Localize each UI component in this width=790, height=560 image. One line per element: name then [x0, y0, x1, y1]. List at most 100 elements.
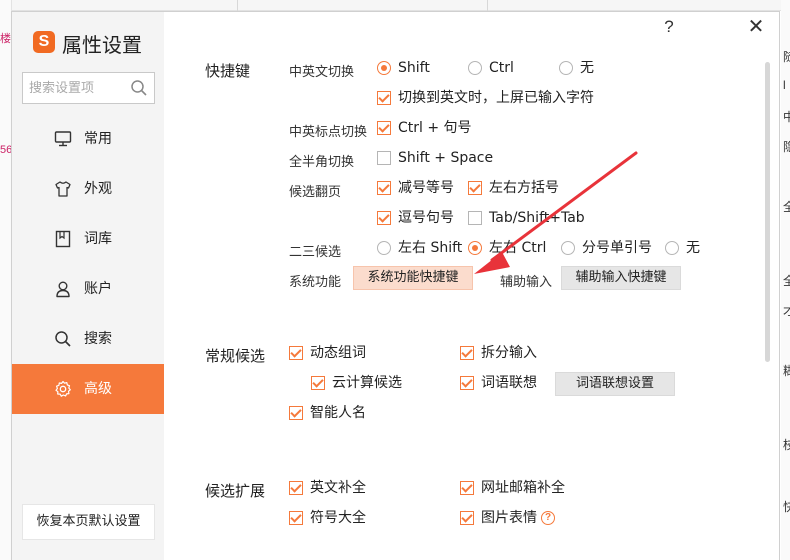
checkbox-indicator [377, 121, 391, 135]
checkbox-indicator [377, 211, 391, 225]
settings-dialog: S 属性设置 常用 外观 词库 [11, 11, 780, 560]
section-title-candidates: 常规候选 [205, 347, 266, 365]
monitor-icon [54, 130, 72, 148]
row-label: 系统功能 [289, 275, 342, 290]
assist-hotkeys-button[interactable]: 辅助输入快捷键 [561, 266, 681, 290]
background-text: 楼 [0, 33, 11, 45]
sidebar-item-label: 外观 [84, 181, 112, 197]
sidebar-item-label: 高级 [84, 381, 112, 397]
system-hotkeys-button[interactable]: 系统功能快捷键 [353, 266, 473, 290]
user-icon [54, 280, 72, 298]
radio-indicator [665, 241, 679, 255]
help-circle-icon[interactable]: ? [541, 511, 555, 525]
scrollbar[interactable] [764, 57, 772, 560]
search-icon [54, 330, 72, 348]
book-icon [54, 230, 72, 248]
scrollbar-thumb[interactable] [765, 62, 770, 362]
option-label: Tab/Shift+Tab [489, 210, 585, 226]
search-input[interactable] [23, 73, 128, 103]
section-title-extensions: 候选扩展 [205, 482, 266, 500]
background-text: 才 [783, 304, 790, 318]
option-label: 拆分输入 [481, 345, 537, 361]
radio-indicator [468, 241, 482, 255]
section-title-hotkeys: 快捷键 [205, 62, 251, 80]
row-label: 辅助输入 [500, 275, 553, 290]
row-label: 中英文切换 [289, 65, 355, 80]
option-label: 云计算候选 [332, 375, 402, 391]
background-text: 糊 [783, 364, 790, 378]
sidebar-item-dictionary[interactable]: 词库 [12, 214, 164, 264]
option-label: 切换到英文时，上屏已输入字符 [398, 90, 594, 106]
checkbox-indicator [289, 346, 303, 360]
sidebar-item-label: 搜索 [84, 331, 112, 347]
radio-indicator [559, 61, 573, 75]
background-text: 中 [783, 110, 790, 124]
checkbox-indicator [377, 181, 391, 195]
option-label: 无 [580, 60, 594, 76]
sidebar-item-advanced[interactable]: 高级 [12, 364, 164, 414]
background-text: 快 [783, 500, 790, 514]
sidebar-item-appearance[interactable]: 外观 [12, 164, 164, 214]
background-text: 全 [783, 274, 790, 288]
background-text: l [783, 78, 786, 92]
option-label: 词语联想 [481, 375, 537, 391]
checkbox-indicator [468, 181, 482, 195]
option-label: 英文补全 [310, 480, 366, 496]
checkbox-indicator [460, 481, 474, 495]
checkbox-indicator [289, 481, 303, 495]
app-title: 属性设置 [62, 33, 142, 57]
background-text: 枝 [783, 438, 790, 452]
option-label: 图片表情 [481, 510, 537, 526]
background-window-right: 随 l 中 隐 全 全 才 糊 枝 快 [781, 0, 790, 560]
option-label: Shift [398, 60, 430, 76]
option-label: 逗号句号 [398, 210, 454, 226]
checkbox-indicator [311, 376, 325, 390]
radio-indicator [377, 61, 391, 75]
radio-indicator [468, 61, 482, 75]
restore-defaults-button[interactable]: 恢复本页默认设置 [22, 504, 155, 540]
sidebar-item-account[interactable]: 账户 [12, 264, 164, 314]
option-label: Ctrl + 句号 [398, 120, 472, 136]
option-label: 左右 Ctrl [489, 240, 547, 256]
background-window-top [12, 0, 781, 11]
sidebar-item-label: 账户 [84, 281, 112, 297]
option-label: 左右 Shift [398, 240, 463, 256]
option-label: Shift + Space [398, 150, 494, 166]
checkbox-indicator [468, 211, 482, 225]
checkbox-indicator [377, 151, 391, 165]
sidebar-item-search[interactable]: 搜索 [12, 314, 164, 364]
search-icon[interactable] [130, 79, 148, 97]
tshirt-icon [54, 180, 72, 198]
checkbox-indicator [460, 376, 474, 390]
row-label: 全半角切换 [289, 155, 355, 170]
checkbox-indicator [377, 91, 391, 105]
option-label: 网址邮箱补全 [481, 480, 565, 496]
option-label: 智能人名 [310, 405, 366, 421]
background-text: 隐 [783, 140, 790, 154]
option-label: 动态组词 [310, 345, 366, 361]
sidebar-item-label: 常用 [84, 131, 112, 147]
sidebar-item-common[interactable]: 常用 [12, 114, 164, 164]
sidebar: S 属性设置 常用 外观 词库 [12, 12, 164, 560]
checkbox-indicator [460, 511, 474, 525]
checkbox-indicator [460, 346, 474, 360]
background-text: 全 [783, 200, 790, 214]
radio-indicator [561, 241, 575, 255]
row-label: 二三候选 [289, 245, 342, 260]
option-label: 左右方括号 [489, 180, 559, 196]
radio-indicator [377, 241, 391, 255]
checkbox-indicator [289, 511, 303, 525]
option-label: Ctrl [489, 60, 514, 76]
search-box[interactable] [22, 72, 155, 104]
option-label: 减号等号 [398, 180, 454, 196]
option-label: 无 [686, 240, 700, 256]
app-header: S 属性设置 [12, 27, 164, 57]
option-label: 符号大全 [310, 510, 366, 526]
background-text: 随 [783, 50, 790, 64]
word-association-settings-button[interactable]: 词语联想设置 [555, 372, 675, 396]
sidebar-item-label: 词库 [84, 231, 112, 247]
gear-icon [54, 380, 72, 398]
sogou-logo-icon: S [33, 31, 55, 53]
settings-content: 快捷键 中英文切换 Shift Ctrl 无 切换到英文时，上屏已输入字符 中英… [164, 12, 764, 560]
row-label: 中英标点切换 [289, 125, 368, 140]
